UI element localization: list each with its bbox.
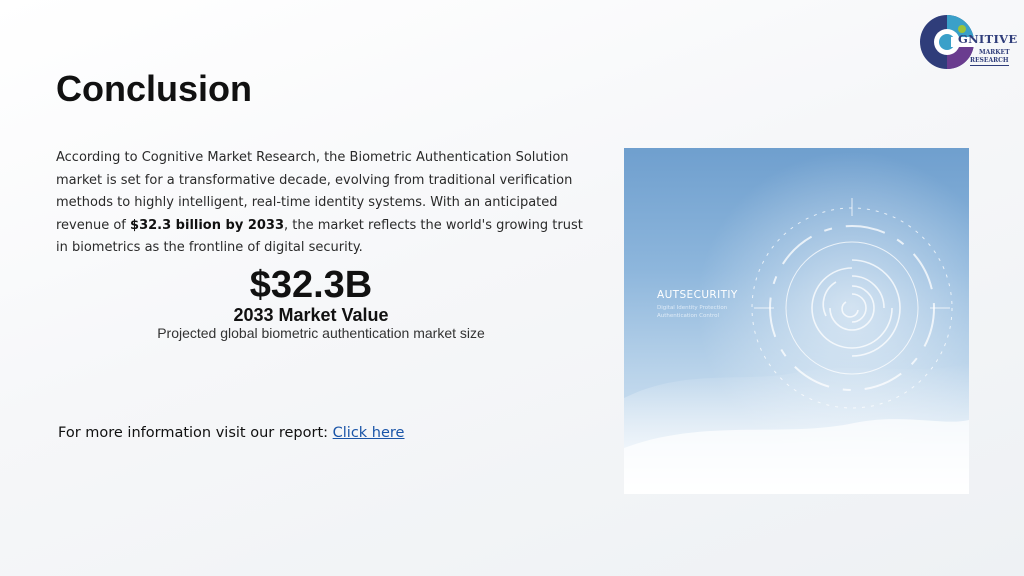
logo-subtitle-market: MARKET xyxy=(979,49,1010,56)
report-link[interactable]: Click here xyxy=(333,425,405,441)
hero-image: AUTSECURITIY Digital Identity Protection… xyxy=(624,148,969,494)
page-title: Conclusion xyxy=(56,68,252,109)
hero-caption-2: Authentication Control xyxy=(657,313,720,319)
conclusion-paragraph: According to Cognitive Market Research, … xyxy=(56,147,596,260)
hero-brand: AUTSECURITIY xyxy=(657,289,738,301)
paragraph-highlight: $32.3 billion by 2033 xyxy=(130,217,285,233)
more-info-line: For more information visit our report: C… xyxy=(58,425,404,441)
more-info-text: For more information visit our report: xyxy=(58,425,333,441)
hero-caption-1: Digital Identity Protection xyxy=(657,305,728,311)
fingerprint-icon xyxy=(624,148,969,494)
logo-subtitle-research: RESEARCH xyxy=(970,57,1009,66)
logo-wordmark: GNITIVE xyxy=(958,32,1018,46)
stat-description: Projected global biometric authenticatio… xyxy=(157,325,485,341)
stat-value: $32.3B xyxy=(249,264,373,306)
company-logo: GNITIVE MARKET RESEARCH xyxy=(918,13,1018,71)
stat-label: 2033 Market Value xyxy=(233,305,389,325)
